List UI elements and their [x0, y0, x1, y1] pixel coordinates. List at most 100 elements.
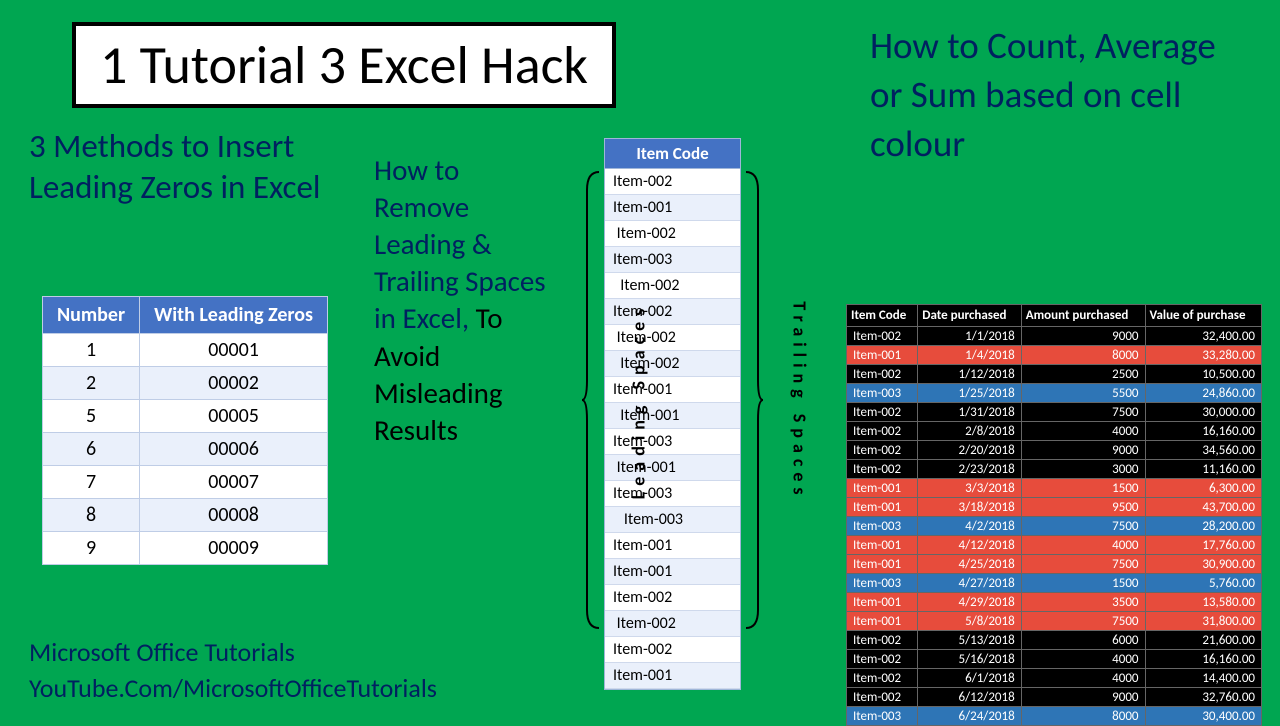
cell: Item-002 — [847, 403, 918, 422]
cell: 17,760.00 — [1145, 536, 1262, 555]
cell: 6/1/2018 — [918, 669, 1021, 688]
table-row: Item-0021/31/2018750030,000.00 — [847, 403, 1262, 422]
table-row: 100001 — [43, 334, 328, 367]
footer-url: YouTube.Com/MicrosoftOfficeTutorials — [29, 672, 437, 704]
cell: 1500 — [1021, 479, 1145, 498]
cell: 7500 — [1021, 555, 1145, 574]
cell: Item-001 — [847, 479, 918, 498]
list-item: Item-002 — [605, 169, 740, 195]
item-code-list: Item Code Item-002Item-001 Item-002Item-… — [604, 138, 741, 690]
table-row: Item-0014/12/2018400017,760.00 — [847, 536, 1262, 555]
cell: 3000 — [1021, 460, 1145, 479]
cell: 32,760.00 — [1145, 688, 1262, 707]
list-item: Item-001 — [605, 377, 740, 403]
cell: 4/2/2018 — [918, 517, 1021, 536]
list-item: Item-001 — [605, 533, 740, 559]
cell: Item-003 — [847, 384, 918, 403]
list-item: Item-002 — [605, 273, 740, 299]
cell: Item-001 — [847, 612, 918, 631]
table-row: Item-0026/1/2018400014,400.00 — [847, 669, 1262, 688]
cell: Item-002 — [847, 422, 918, 441]
cell: 32,400.00 — [1145, 327, 1262, 346]
cell: 1/12/2018 — [918, 365, 1021, 384]
table-row: Item-0034/2/2018750028,200.00 — [847, 517, 1262, 536]
cell: 4/27/2018 — [918, 574, 1021, 593]
cell: 43,700.00 — [1145, 498, 1262, 517]
cell: 21,600.00 — [1145, 631, 1262, 650]
table-row: Item-0021/1/2018900032,400.00 — [847, 327, 1262, 346]
cell: 10,500.00 — [1145, 365, 1262, 384]
table-row: Item-0022/23/2018300011,160.00 — [847, 460, 1262, 479]
table-row: Item-0013/3/201815006,300.00 — [847, 479, 1262, 498]
item-code-header: Item Code — [605, 139, 740, 169]
cell: 9000 — [1021, 688, 1145, 707]
cell: 00002 — [140, 367, 328, 400]
cell: 4/25/2018 — [918, 555, 1021, 574]
table-row: Item-0034/27/201815005,760.00 — [847, 574, 1262, 593]
cell: Item-001 — [847, 536, 918, 555]
cell: 31,800.00 — [1145, 612, 1262, 631]
table-row: Item-0026/12/2018900032,760.00 — [847, 688, 1262, 707]
cell: 4000 — [1021, 422, 1145, 441]
cell: 14,400.00 — [1145, 669, 1262, 688]
table-row: 900009 — [43, 532, 328, 565]
list-item: Item-002 — [605, 611, 740, 637]
list-item: Item-002 — [605, 351, 740, 377]
list-item: Item-003 — [605, 247, 740, 273]
cell: 8000 — [1021, 707, 1145, 726]
table-row: Item-0013/18/2018950043,700.00 — [847, 498, 1262, 517]
cell: 16,160.00 — [1145, 650, 1262, 669]
col-date: Date purchased — [918, 305, 1021, 327]
cell: 6,300.00 — [1145, 479, 1262, 498]
cell: 1/1/2018 — [918, 327, 1021, 346]
list-item: Item-002 — [605, 299, 740, 325]
cell: 5,760.00 — [1145, 574, 1262, 593]
table-row: 500005 — [43, 400, 328, 433]
cell: 00006 — [140, 433, 328, 466]
cell: 4000 — [1021, 650, 1145, 669]
cell: Item-003 — [847, 707, 918, 726]
cell: Item-001 — [847, 593, 918, 612]
cell: 6/12/2018 — [918, 688, 1021, 707]
cell: 1/31/2018 — [918, 403, 1021, 422]
cell: 00005 — [140, 400, 328, 433]
cell: 30,000.00 — [1145, 403, 1262, 422]
table-row: Item-0014/25/2018750030,900.00 — [847, 555, 1262, 574]
cell: Item-001 — [847, 555, 918, 574]
spaces-heading: How to Remove Leading & Trailing Spaces … — [374, 152, 554, 449]
col-item-code: Item Code — [847, 305, 918, 327]
cell: 5/16/2018 — [918, 650, 1021, 669]
cell: 11,160.00 — [1145, 460, 1262, 479]
table-row: Item-0022/8/2018400016,160.00 — [847, 422, 1262, 441]
leading-zeros-table: Number With Leading Zeros 10000120000250… — [42, 296, 328, 565]
cell: 8 — [43, 499, 140, 532]
cell: 9000 — [1021, 441, 1145, 460]
cell: 9500 — [1021, 498, 1145, 517]
list-item: Item-001 — [605, 455, 740, 481]
list-item: Item-002 — [605, 637, 740, 663]
count-heading: How to Count, Average or Sum based on ce… — [870, 22, 1250, 168]
list-item: Item-003 — [605, 507, 740, 533]
cell: 5/13/2018 — [918, 631, 1021, 650]
cell: Item-001 — [847, 346, 918, 365]
trailing-spaces-label: Trailing Spaces — [789, 301, 811, 500]
table-row: Item-0014/29/2018350013,580.00 — [847, 593, 1262, 612]
cell: 5500 — [1021, 384, 1145, 403]
brace-right-icon — [744, 170, 764, 630]
cell: 9000 — [1021, 327, 1145, 346]
color-purchase-table: Item Code Date purchased Amount purchase… — [846, 304, 1262, 726]
col-number: Number — [43, 297, 140, 334]
col-value: Value of purchase — [1145, 305, 1262, 327]
footer-brand: Microsoft Office Tutorials — [29, 636, 295, 668]
cell: 2/23/2018 — [918, 460, 1021, 479]
table-row: 700007 — [43, 466, 328, 499]
list-item: Item-003 — [605, 429, 740, 455]
cell: 00009 — [140, 532, 328, 565]
cell: Item-002 — [847, 631, 918, 650]
cell: 24,860.00 — [1145, 384, 1262, 403]
cell: 5 — [43, 400, 140, 433]
table-row: 200002 — [43, 367, 328, 400]
cell: 16,160.00 — [1145, 422, 1262, 441]
list-item: Item-001 — [605, 663, 740, 689]
cell: 00008 — [140, 499, 328, 532]
